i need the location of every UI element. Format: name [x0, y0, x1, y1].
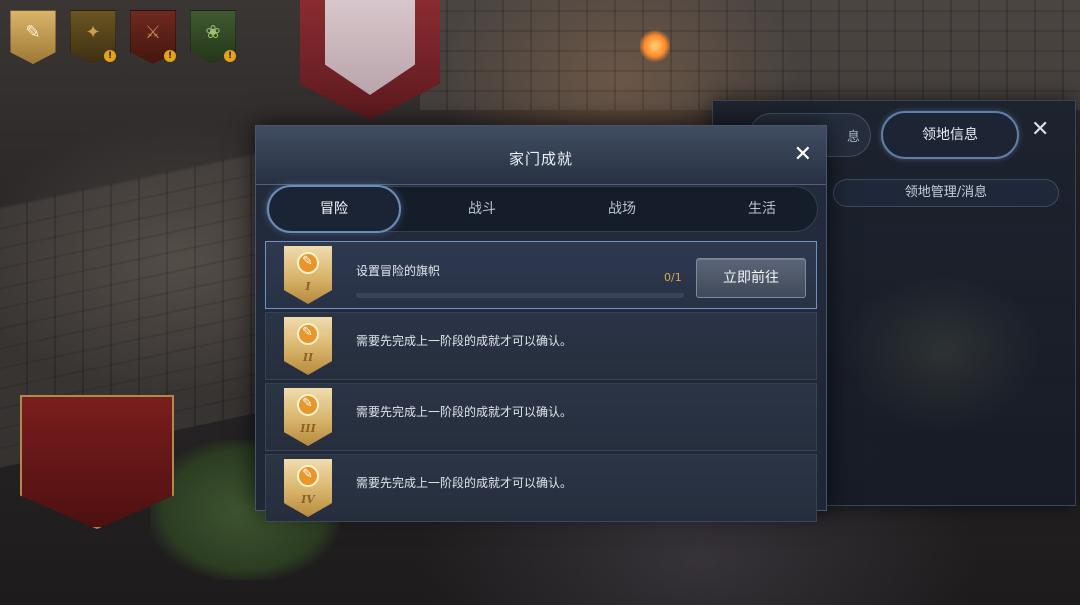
- quill-seal-icon: [297, 394, 319, 416]
- family-banner-button[interactable]: ✎: [10, 10, 56, 64]
- tier-numeral: III: [300, 422, 316, 435]
- locked-message: 需要先完成上一阶段的成就才可以确认。: [356, 476, 573, 490]
- achievement-row[interactable]: I 设置冒险的旗帜 0/1 立即前往: [265, 241, 817, 309]
- achievement-medal-icon: IV: [284, 459, 332, 517]
- progress-count: 0/1: [664, 271, 682, 284]
- quill-seal-icon: [297, 323, 319, 345]
- locked-message: 需要先完成上一阶段的成就才可以确认。: [356, 405, 573, 419]
- tab-adventure[interactable]: 冒险: [267, 185, 401, 233]
- alert-badge: !: [104, 50, 116, 62]
- family-achievement-dialog: 家门成就 ✕ 冒险 战斗 战场 生活 I 设置冒险的旗帜 0/1 立即前往 II: [255, 125, 827, 522]
- life-banner-button[interactable]: ❀ !: [190, 10, 236, 64]
- battlefield-banner-button[interactable]: ⚔ !: [130, 10, 176, 64]
- achievement-category-icons: ✎ ✦ ! ⚔ ! ❀ !: [10, 10, 236, 64]
- tab-territory-info[interactable]: 领地信息: [881, 111, 1019, 159]
- tab-combat[interactable]: 战斗: [417, 187, 547, 231]
- tab-life[interactable]: 生活: [697, 187, 827, 231]
- achievement-title: 设置冒险的旗帜: [356, 264, 441, 278]
- castle-wall: [420, 0, 1080, 110]
- achievement-list: I 设置冒险的旗帜 0/1 立即前往 II 需要先完成上一阶段的成就才可以确认。…: [265, 241, 817, 525]
- tier-numeral: I: [305, 280, 311, 293]
- locked-message: 需要先完成上一阶段的成就才可以确认。: [356, 334, 573, 348]
- quill-seal-icon: [297, 252, 319, 274]
- dialog-title: 家门成就: [508, 150, 573, 168]
- dialog-header: 家门成就 ✕: [256, 126, 826, 185]
- achievement-row: IV 需要先完成上一阶段的成就才可以确认。: [265, 454, 817, 522]
- close-icon[interactable]: ✕: [794, 144, 812, 166]
- torch-fire: [640, 28, 670, 64]
- family-banner-icon: ✎: [10, 10, 56, 64]
- progress-bar: [356, 293, 684, 298]
- achievement-medal-icon: II: [284, 317, 332, 375]
- territory-management-bar[interactable]: 领地管理/消息: [833, 179, 1059, 207]
- go-now-button[interactable]: 立即前往: [696, 258, 806, 298]
- alert-badge: !: [224, 50, 236, 62]
- achievement-medal-icon: III: [284, 388, 332, 446]
- alert-badge: !: [164, 50, 176, 62]
- achievement-medal-icon: I: [284, 246, 332, 304]
- combat-banner-button[interactable]: ✦ !: [70, 10, 116, 64]
- close-icon[interactable]: ✕: [1031, 119, 1049, 141]
- territory-preview-art: [843, 271, 1043, 431]
- achievement-tabs: 冒险 战斗 战场 生活: [266, 185, 818, 233]
- achievement-row: II 需要先完成上一阶段的成就才可以确认。: [265, 312, 817, 380]
- achievement-row: III 需要先完成上一阶段的成就才可以确认。: [265, 383, 817, 451]
- tier-numeral: II: [302, 351, 314, 364]
- quill-seal-icon: [297, 465, 319, 487]
- tier-numeral: IV: [301, 493, 315, 506]
- tab-battlefield[interactable]: 战场: [557, 187, 687, 231]
- tab-label: 息: [846, 130, 860, 145]
